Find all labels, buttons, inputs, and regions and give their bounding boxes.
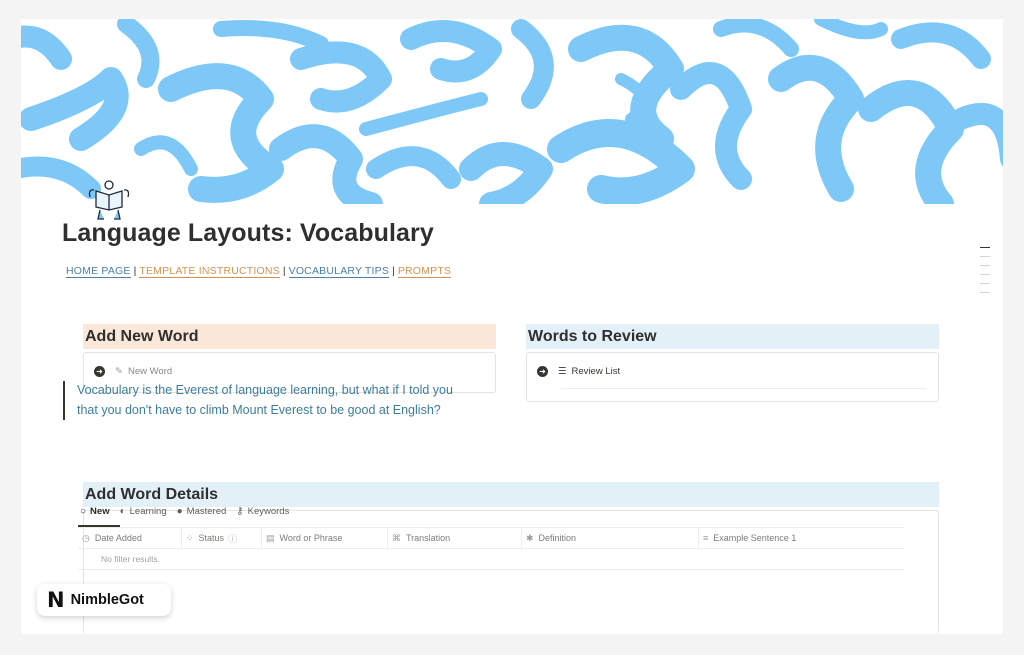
list-icon: ☰ [558,366,567,377]
cover-image[interactable] [21,19,1003,204]
column-definition[interactable]: ✱ Definition [522,528,699,548]
nimblegot-badge[interactable]: N NimbleGot [37,584,171,616]
nav-link-home-page[interactable]: HOME PAGE [66,265,131,278]
tab-keywords[interactable]: ⚷ Keywords [236,506,289,517]
quote-block: Vocabulary is the Everest of language le… [63,381,473,420]
column-label: Status [198,533,225,543]
column-translation[interactable]: ⌘ Translation [388,528,522,548]
circle-outline-icon: ○ [80,506,87,517]
add-word-details-heading: Add Word Details [83,482,939,507]
column-label: Definition [538,533,577,543]
nav-link-prompts[interactable]: PROMPTS [397,265,452,278]
column-word-or-phrase[interactable]: ▤ Word or Phrase [262,528,388,548]
tab-label: Mastered [186,506,227,517]
column-label: Word or Phrase [279,533,343,543]
tab-learning[interactable]: ◐ Learning [120,506,167,517]
nimblegot-logo-icon: N [47,588,65,612]
review-list-button[interactable]: Review List [572,366,621,377]
column-example-sentence-1[interactable]: ≡ Example Sentence 1 [699,528,904,548]
database-view-tabs: ○ New ◐ Learning ● Mastered ⚷ Keywords [80,506,299,517]
arrow-right-icon[interactable]: ➜ [537,366,548,377]
status-icon: ⁘ [186,532,194,543]
clock-icon: ◷ [82,532,90,543]
filled-circle-icon: ● [176,506,183,517]
page-title: Language Layouts: Vocabulary [62,219,434,247]
info-icon[interactable]: ⓘ [228,532,237,545]
column-status[interactable]: ⁘ Status ⓘ [182,528,262,548]
nav-link-vocabulary-tips[interactable]: VOCABULARY TIPS [288,265,390,278]
brush-stroke-pattern [21,19,1003,204]
column-date-added[interactable]: ◷ Date Added [78,528,182,548]
add-new-word-heading: Add New Word [83,324,496,349]
nav-links: HOME PAGE | TEMPLATE INSTRUCTIONS | VOCABULA… [66,265,452,278]
folder-icon: ▤ [266,532,275,543]
nav-separator: | [282,265,286,277]
asterisk-icon: ✱ [526,532,534,543]
nav-link-template-instructions[interactable]: TEMPLATE INSTRUCTIONS [139,265,280,278]
tab-new[interactable]: ○ New [80,506,110,517]
words-to-review-heading: Words to Review [526,324,939,349]
pencil-lines-icon: ✎ [115,366,123,377]
review-block: ➜ ☰ Review List [526,352,939,402]
tab-label: Learning [129,506,167,517]
half-circle-icon: ◐ [119,506,126,517]
new-word-button[interactable]: New Word [128,366,172,377]
badge-name: NimbleGot [70,592,144,608]
nav-separator: | [392,265,395,277]
empty-state-text: No filter results. [101,554,161,564]
nav-separator: | [133,265,137,277]
tab-label: New [90,506,110,517]
arrow-right-icon[interactable]: ➜ [94,366,105,377]
divider [561,388,926,389]
column-label: Date Added [94,533,142,543]
text-icon: ≡ [703,533,709,543]
translate-icon: ⌘ [392,532,401,543]
column-label: Example Sentence 1 [713,533,797,543]
table-header: ◷ Date Added ⁘ Status ⓘ ▤ Word or Phrase ⌘ Tr… [78,527,904,549]
reader-icon[interactable] [84,179,134,223]
table-divider [78,569,904,570]
column-label: Translation [406,533,451,543]
tab-mastered[interactable]: ● Mastered [177,506,227,517]
table-of-contents-indicator[interactable] [980,247,990,301]
key-icon: ⚷ [236,506,244,517]
tab-label: Keywords [247,506,290,517]
